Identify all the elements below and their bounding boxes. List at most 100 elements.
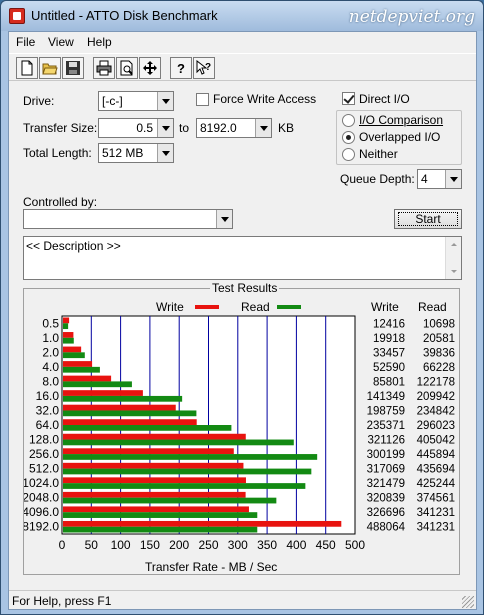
write-value: 85801 — [373, 376, 405, 388]
write-bar — [63, 332, 74, 338]
toolbar: ? ? — [9, 53, 476, 81]
neither-radio[interactable] — [342, 148, 355, 161]
to-label: to — [179, 121, 190, 135]
legend-write-swatch — [195, 305, 219, 309]
read-bar — [63, 352, 85, 359]
read-value: 341231 — [417, 507, 455, 519]
read-value: 374561 — [417, 493, 455, 505]
read-bar — [63, 512, 258, 518]
overlapped-io-radio[interactable] — [342, 131, 355, 144]
new-button[interactable] — [16, 57, 38, 79]
category-label: 1.0 — [42, 331, 59, 345]
write-value: 300199 — [367, 449, 405, 461]
write-value: 488064 — [367, 522, 406, 534]
read-bar — [63, 395, 183, 402]
read-value: 341231 — [417, 522, 455, 534]
category-label: 16.0 — [36, 389, 60, 403]
window-title: Untitled - ATTO Disk Benchmark — [31, 8, 218, 23]
read-bar — [63, 337, 74, 344]
write-bar — [63, 520, 342, 527]
category-label: 8.0 — [42, 374, 59, 388]
test-results-group: Test Results 0 50 100 150 200 250 300 350 400 450… — [23, 281, 460, 575]
move-button[interactable] — [139, 57, 161, 79]
queue-depth-select[interactable]: 4 — [417, 169, 462, 189]
description-scrollbar[interactable] — [445, 237, 461, 279]
read-value: 405042 — [417, 435, 455, 447]
total-length-select[interactable]: 512 MB — [98, 143, 174, 163]
print-button[interactable] — [93, 57, 115, 79]
legend-write-label: Write — [156, 300, 184, 314]
read-bar — [63, 410, 197, 417]
write-bar — [63, 448, 234, 455]
queue-depth-value: 4 — [421, 172, 428, 186]
app-icon — [9, 8, 25, 24]
read-value: 234842 — [417, 405, 455, 417]
x-tick-label: 350 — [257, 538, 277, 552]
chevron-down-icon — [216, 210, 232, 228]
print-icon — [96, 60, 112, 76]
transfer-size-to-select[interactable]: 8192.0 — [196, 118, 272, 138]
watermark: netdepviet.org — [348, 7, 475, 27]
write-bar — [63, 433, 246, 440]
drive-select[interactable]: [-c-] — [98, 91, 174, 111]
read-value: 66228 — [423, 362, 455, 374]
read-value: 122178 — [417, 376, 455, 388]
io-comparison-radio[interactable] — [342, 114, 355, 127]
menu-bar: File View Help — [9, 32, 476, 52]
io-comparison-label: I/O Comparison — [359, 113, 444, 127]
read-value: 20581 — [423, 333, 455, 345]
total-length-label: Total Length: — [23, 146, 92, 160]
resize-grip-icon[interactable] — [462, 596, 474, 608]
transfer-size-to-value: 8192.0 — [200, 121, 237, 135]
controlled-by-select[interactable] — [23, 209, 233, 229]
title-bar[interactable]: Untitled - ATTO Disk Benchmark netdepvie… — [1, 1, 483, 31]
read-bar — [63, 381, 132, 388]
print-preview-button[interactable] — [116, 57, 138, 79]
write-bar — [63, 477, 246, 484]
start-button[interactable]: Start — [394, 209, 462, 229]
help-icon: ? — [177, 61, 185, 76]
menu-file[interactable]: File — [16, 35, 35, 49]
col-write-header: Write — [371, 300, 399, 314]
save-button[interactable] — [62, 57, 84, 79]
help-button[interactable]: ? — [170, 57, 192, 79]
write-bar — [63, 462, 244, 469]
force-write-checkbox[interactable] — [196, 93, 209, 106]
read-value: 425244 — [417, 478, 456, 490]
x-tick-label: 100 — [111, 538, 131, 552]
move-cursor-icon — [143, 61, 157, 75]
read-bar — [63, 425, 232, 431]
write-bar — [63, 346, 82, 353]
write-bar — [63, 375, 112, 382]
scroll-arrows-icon — [451, 243, 457, 273]
chevron-down-icon — [255, 119, 271, 137]
transfer-size-from-select[interactable]: 0.5 — [98, 118, 174, 138]
legend-read-label: Read — [241, 300, 270, 314]
context-help-button[interactable]: ? — [193, 57, 215, 79]
read-bar — [63, 366, 100, 373]
menu-view[interactable]: View — [48, 35, 74, 49]
status-bar: For Help, press F1 — [9, 590, 476, 610]
open-button[interactable] — [39, 57, 61, 79]
col-read-header: Read — [418, 300, 447, 314]
menu-help[interactable]: Help — [87, 35, 112, 49]
drive-label: Drive: — [23, 94, 55, 108]
x-tick-label: 450 — [316, 538, 336, 552]
read-bar — [63, 323, 69, 330]
category-label: 4.0 — [42, 360, 59, 374]
read-bar — [63, 468, 312, 475]
write-value: 235371 — [367, 420, 405, 432]
direct-io-checkbox[interactable] — [342, 92, 355, 105]
chevron-down-icon — [157, 144, 173, 162]
chevron-down-icon — [445, 170, 461, 188]
description-textarea[interactable]: << Description >> — [23, 236, 462, 280]
drive-value: [-c-] — [102, 94, 123, 108]
direct-io-label: Direct I/O — [359, 92, 410, 106]
read-value: 209942 — [417, 391, 455, 403]
write-value: 52590 — [373, 362, 405, 374]
write-bar — [63, 317, 70, 324]
context-help-icon: ? — [196, 60, 211, 75]
read-bar — [63, 483, 306, 489]
write-bar — [63, 491, 246, 498]
status-text: For Help, press F1 — [12, 594, 112, 608]
